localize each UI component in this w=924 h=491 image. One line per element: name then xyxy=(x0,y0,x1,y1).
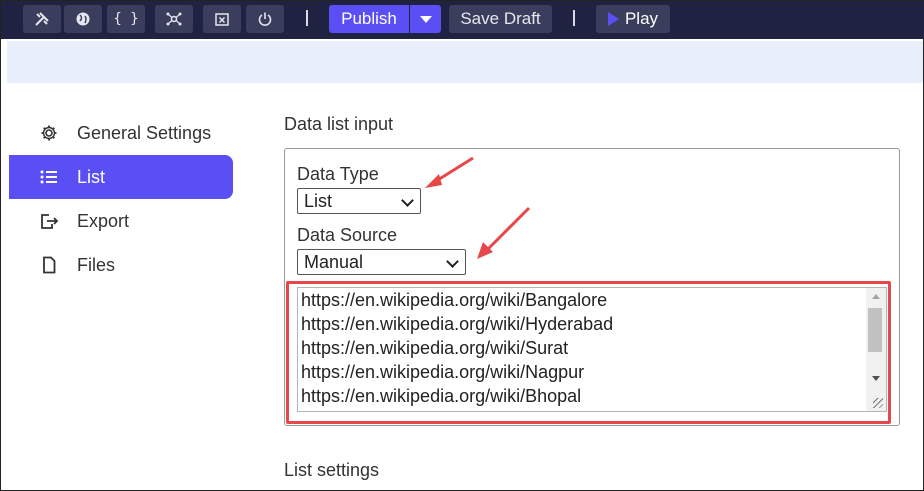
data-source-label: Data Source xyxy=(297,225,398,245)
data-type-select[interactable]: List xyxy=(297,188,421,214)
section-title-list-settings: List settings xyxy=(284,460,380,480)
play-icon xyxy=(607,12,619,26)
toolbar-divider xyxy=(306,10,308,26)
sidebar-item-label: List xyxy=(77,166,106,187)
sidebar-item-label: General Settings xyxy=(77,122,212,143)
sidebar-item-label: Export xyxy=(77,210,130,231)
sidebar-item-files[interactable]: Files xyxy=(9,243,233,287)
gear-icon xyxy=(39,123,59,143)
data-type-label: Data Type xyxy=(297,164,379,184)
publish-button[interactable]: Publish xyxy=(329,5,409,33)
data-source-value: Manual xyxy=(304,251,364,272)
globe-icon[interactable] xyxy=(64,5,102,33)
annotation-arrow-icon xyxy=(425,156,474,188)
sidebar-item-list[interactable]: List xyxy=(9,155,233,199)
export-icon xyxy=(39,211,59,231)
network-icon[interactable] xyxy=(155,5,193,33)
sidebar-item-label: Files xyxy=(77,254,116,275)
save-draft-button[interactable]: Save Draft xyxy=(449,5,552,33)
tools-icon[interactable] xyxy=(23,5,61,33)
section-title-data-list-input: Data list input xyxy=(284,114,394,134)
chevron-down-icon xyxy=(419,15,432,23)
chevron-down-icon xyxy=(446,255,459,268)
annotation-highlight-box xyxy=(286,281,891,424)
sidebar-item-export[interactable]: Export xyxy=(9,199,233,243)
braces-icon[interactable]: { } xyxy=(107,5,145,33)
annotation-arrow-icon xyxy=(477,206,531,259)
publish-options-button[interactable] xyxy=(410,5,441,33)
toolbar-divider xyxy=(573,10,575,26)
list-icon xyxy=(39,167,59,187)
play-button[interactable]: Play xyxy=(596,5,670,33)
file-icon xyxy=(39,255,59,275)
play-label: Play xyxy=(624,9,659,28)
chevron-down-icon xyxy=(401,194,414,207)
data-source-select[interactable]: Manual xyxy=(297,249,466,275)
power-icon[interactable] xyxy=(246,5,284,33)
sidebar-item-general-settings[interactable]: General Settings xyxy=(9,111,233,155)
data-type-value: List xyxy=(304,190,333,211)
header-band xyxy=(7,41,923,83)
close-box-icon[interactable] xyxy=(203,5,241,33)
top-toolbar: { } Publish Save Draft Play xyxy=(1,1,924,39)
